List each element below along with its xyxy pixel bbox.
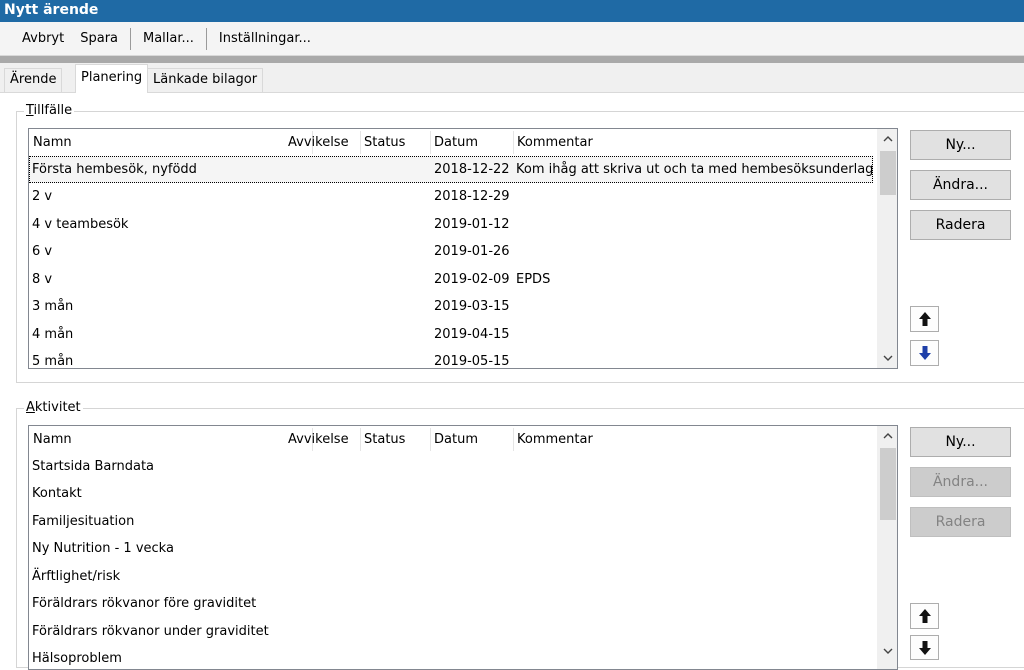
row-name: Föräldrars rökvanor under graviditet: [32, 624, 269, 639]
column-header-name[interactable]: Namn: [30, 129, 72, 156]
window-title: Nytt ärende: [0, 0, 1024, 22]
occasion-row[interactable]: 8 v 2019-02-09 EPDS: [29, 266, 873, 293]
activities-list[interactable]: Namn Avvikelse Status Datum Kommentar St…: [28, 425, 898, 670]
tab-lankade-bilagor[interactable]: Länkade bilagor: [147, 68, 264, 92]
move-up-button[interactable]: [910, 603, 939, 629]
row-name: 4 v teambesök: [32, 217, 129, 232]
templates-button[interactable]: Mallar...: [135, 29, 202, 49]
row-date: 2019-03-15: [434, 299, 510, 314]
column-header-date[interactable]: Datum: [431, 129, 478, 156]
scrollbar-thumb[interactable]: [880, 151, 896, 195]
arrow-up-icon: [918, 609, 931, 623]
activity-delete-button[interactable]: Radera: [910, 507, 1011, 537]
activity-edit-button[interactable]: Ändra...: [910, 467, 1011, 497]
toolbar: Avbryt Spara Mallar... Inställningar...: [0, 22, 1024, 56]
row-name: Föräldrars rökvanor före graviditet: [32, 596, 257, 611]
row-name: Familjesituation: [32, 514, 135, 529]
row-date: 2019-01-12: [434, 217, 510, 232]
toolbar-separator: [130, 27, 131, 50]
scroll-up-icon[interactable]: [878, 426, 897, 446]
occasion-edit-button[interactable]: Ändra...: [910, 170, 1011, 200]
arrow-down-icon: [918, 640, 931, 655]
row-name: 8 v: [32, 272, 53, 287]
column-header-comment[interactable]: Kommentar: [514, 426, 593, 453]
toolbar-divider: [0, 56, 1024, 63]
row-name: Första hembesök, nyfödd: [32, 162, 197, 177]
tab-planering[interactable]: Planering: [75, 64, 149, 93]
column-header-deviation[interactable]: Avvikelse: [285, 129, 349, 156]
cancel-button[interactable]: Avbryt: [14, 29, 72, 49]
occasion-delete-button[interactable]: Radera: [910, 210, 1011, 240]
activity-row[interactable]: Ny Nutrition - 1 vecka: [29, 535, 873, 562]
occasion-row[interactable]: 4 v teambesök 2019-01-12: [29, 211, 873, 238]
occasion-row[interactable]: 5 mån 2019-05-15: [29, 348, 873, 369]
save-button[interactable]: Spara: [72, 29, 126, 49]
occasions-scrollbar[interactable]: [877, 129, 897, 368]
row-comment: Kom ihåg att skriva ut och ta med hembes…: [516, 162, 873, 177]
activity-row[interactable]: Föräldrars rökvanor under graviditet: [29, 618, 873, 645]
tab-arende[interactable]: Ärende: [4, 68, 63, 92]
occasions-list-header: Namn Avvikelse Status Datum Kommentar: [29, 129, 897, 156]
move-down-button[interactable]: [910, 340, 939, 366]
row-name: Ny Nutrition - 1 vecka: [32, 541, 174, 556]
row-name: Ärftlighet/risk: [32, 569, 121, 584]
row-date: 2019-05-15: [434, 354, 510, 369]
arrow-up-icon: [918, 312, 931, 326]
row-name: Startsida Barndata: [32, 459, 155, 474]
occasions-label-text: illfälle: [33, 103, 73, 118]
activity-row[interactable]: Ärftlighet/risk: [29, 563, 873, 590]
column-header-date[interactable]: Datum: [431, 426, 478, 453]
scrollbar-thumb[interactable]: [880, 448, 896, 520]
activity-new-button[interactable]: Ny...: [910, 427, 1011, 457]
row-name: Kontakt: [32, 486, 82, 501]
activities-group-label: Aktivitet: [24, 400, 83, 416]
column-header-name[interactable]: Namn: [30, 426, 72, 453]
activity-row[interactable]: Kontakt: [29, 480, 873, 507]
column-header-comment[interactable]: Kommentar: [514, 129, 593, 156]
scroll-up-icon[interactable]: [878, 129, 897, 149]
activities-scrollbar[interactable]: [877, 426, 897, 669]
scroll-down-icon[interactable]: [878, 348, 897, 368]
activity-row[interactable]: Familjesituation: [29, 508, 873, 535]
column-header-status[interactable]: Status: [361, 129, 405, 156]
occasions-label-mnemonic: T: [26, 103, 34, 118]
row-date: 2018-12-22: [434, 162, 510, 177]
activity-row[interactable]: Startsida Barndata: [29, 453, 873, 480]
occasion-row[interactable]: 4 mån 2019-04-15: [29, 321, 873, 348]
row-name: Hälsoproblem: [32, 651, 122, 666]
occasion-new-button[interactable]: Ny...: [910, 130, 1011, 160]
occasions-list[interactable]: Namn Avvikelse Status Datum Kommentar Fö…: [28, 128, 898, 369]
activities-label-text: ktivitet: [34, 400, 81, 415]
row-date: 2019-02-09: [434, 272, 510, 287]
occasion-row[interactable]: 2 v 2018-12-29: [29, 183, 873, 210]
row-name: 3 mån: [32, 299, 74, 314]
scroll-down-icon[interactable]: [878, 641, 897, 661]
row-date: 2019-01-26: [434, 244, 510, 259]
move-down-button[interactable]: [910, 635, 939, 660]
activity-row[interactable]: Hälsoproblem: [29, 645, 873, 669]
activities-label-mnemonic: A: [26, 400, 35, 415]
row-name: 4 mån: [32, 327, 74, 342]
occasion-row[interactable]: 6 v 2019-01-26: [29, 238, 873, 265]
row-date: 2019-04-15: [434, 327, 510, 342]
arrow-down-icon: [918, 346, 931, 360]
activities-list-header: Namn Avvikelse Status Datum Kommentar: [29, 426, 897, 453]
row-comment: EPDS: [516, 272, 551, 287]
column-header-status[interactable]: Status: [361, 426, 405, 453]
column-header-deviation[interactable]: Avvikelse: [285, 426, 349, 453]
row-name: 6 v: [32, 244, 53, 259]
activity-row[interactable]: Föräldrars rökvanor före graviditet: [29, 590, 873, 617]
row-name: 5 mån: [32, 354, 74, 369]
occasion-row[interactable]: 3 mån 2019-03-15: [29, 293, 873, 320]
row-date: 2018-12-29: [434, 189, 510, 204]
toolbar-separator: [205, 27, 207, 50]
row-name: 2 v: [32, 189, 53, 204]
move-up-button[interactable]: [910, 306, 939, 332]
occasion-row[interactable]: Första hembesök, nyfödd 2018-12-22 Kom i…: [29, 156, 873, 183]
settings-button[interactable]: Inställningar...: [211, 29, 319, 49]
occasions-group-label: Tillfälle: [24, 103, 75, 119]
